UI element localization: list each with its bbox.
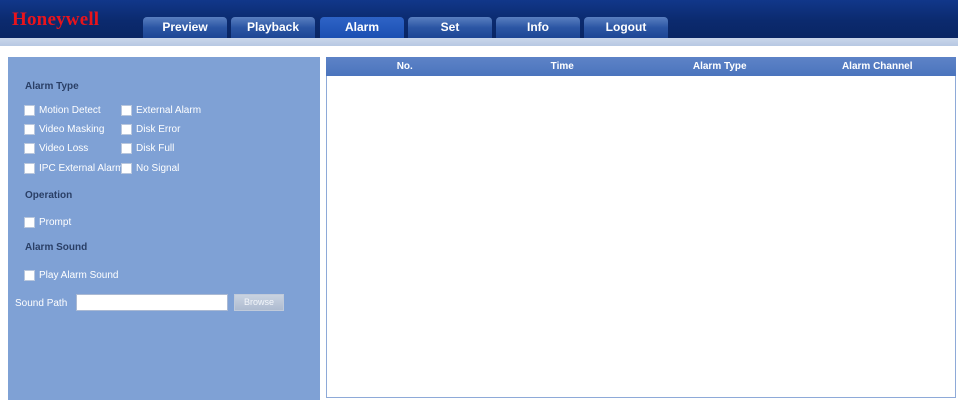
browse-button[interactable]: Browse — [234, 294, 284, 311]
checkbox-prompt[interactable]: Prompt — [24, 217, 71, 228]
tab-playback[interactable]: Playback — [231, 17, 315, 38]
checkbox-no-signal[interactable]: No Signal — [121, 163, 179, 174]
checkbox-motion-detect[interactable]: Motion Detect — [24, 105, 101, 116]
checkbox-box[interactable] — [24, 163, 35, 174]
column-header-alarm-channel[interactable]: Alarm Channel — [799, 57, 957, 76]
alarm-settings-panel: Alarm Type Motion Detect External Alarm … — [8, 57, 320, 400]
alarm-log-table-header: No. Time Alarm Type Alarm Channel — [326, 57, 956, 76]
checkbox-video-loss[interactable]: Video Loss — [24, 143, 88, 154]
tab-logout[interactable]: Logout — [584, 17, 668, 38]
alarm-sound-heading: Alarm Sound — [25, 242, 88, 253]
sub-header-strip — [0, 38, 958, 46]
checkbox-disk-full[interactable]: Disk Full — [121, 143, 174, 154]
checkbox-box[interactable] — [24, 105, 35, 116]
honeywell-logo: Honeywell — [12, 9, 100, 30]
operation-heading: Operation — [25, 190, 73, 201]
checkbox-external-alarm[interactable]: External Alarm — [121, 105, 201, 116]
alarm-type-heading: Alarm Type — [25, 81, 79, 92]
sound-path-input[interactable] — [76, 294, 228, 311]
checkbox-box[interactable] — [121, 163, 132, 174]
column-header-no[interactable]: No. — [326, 57, 484, 76]
checkbox-box[interactable] — [121, 105, 132, 116]
checkbox-box[interactable] — [24, 270, 35, 281]
tab-preview[interactable]: Preview — [143, 17, 227, 38]
tab-alarm[interactable]: Alarm — [320, 17, 404, 38]
column-header-alarm-type[interactable]: Alarm Type — [641, 57, 799, 76]
checkbox-video-masking[interactable]: Video Masking — [24, 124, 104, 135]
checkbox-ipc-external-alarm[interactable]: IPC External Alarm — [24, 163, 123, 174]
tab-info[interactable]: Info — [496, 17, 580, 38]
checkbox-box[interactable] — [24, 124, 35, 135]
column-header-time[interactable]: Time — [484, 57, 642, 76]
checkbox-box[interactable] — [121, 124, 132, 135]
sound-path-label: Sound Path — [15, 298, 68, 309]
tab-set[interactable]: Set — [408, 17, 492, 38]
checkbox-box[interactable] — [24, 217, 35, 228]
alarm-log-table — [326, 57, 956, 398]
checkbox-box[interactable] — [121, 143, 132, 154]
checkbox-box[interactable] — [24, 143, 35, 154]
top-navigation-bar: Honeywell Preview Playback Alarm Set Inf… — [0, 0, 958, 38]
checkbox-disk-error[interactable]: Disk Error — [121, 124, 180, 135]
checkbox-play-alarm-sound[interactable]: Play Alarm Sound — [24, 270, 119, 281]
